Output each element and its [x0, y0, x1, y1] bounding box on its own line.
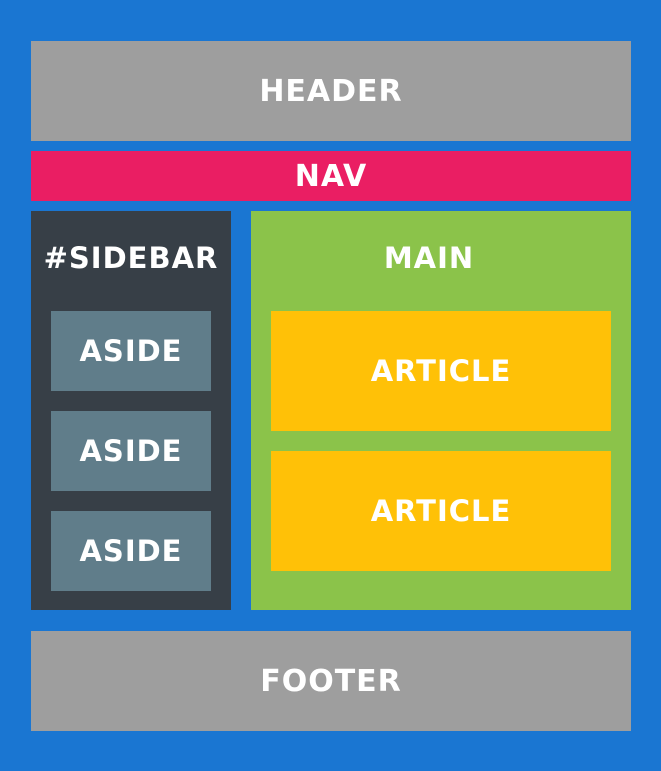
aside-block: ASIDE — [51, 411, 211, 491]
footer-block: FOOTER — [31, 631, 631, 731]
header-block: HEADER — [31, 41, 631, 141]
sidebar-block: #SIDEBAR ASIDE ASIDE ASIDE — [31, 211, 231, 610]
aside-block: ASIDE — [51, 511, 211, 591]
aside-block: ASIDE — [51, 311, 211, 391]
main-block: MAIN ARTICLE ARTICLE — [251, 211, 631, 610]
main-label: MAIN — [383, 241, 475, 275]
nav-block: NAV — [31, 151, 631, 201]
article-block: ARTICLE — [271, 451, 611, 571]
article-block: ARTICLE — [271, 311, 611, 431]
sidebar-label: #SIDEBAR — [43, 241, 219, 275]
